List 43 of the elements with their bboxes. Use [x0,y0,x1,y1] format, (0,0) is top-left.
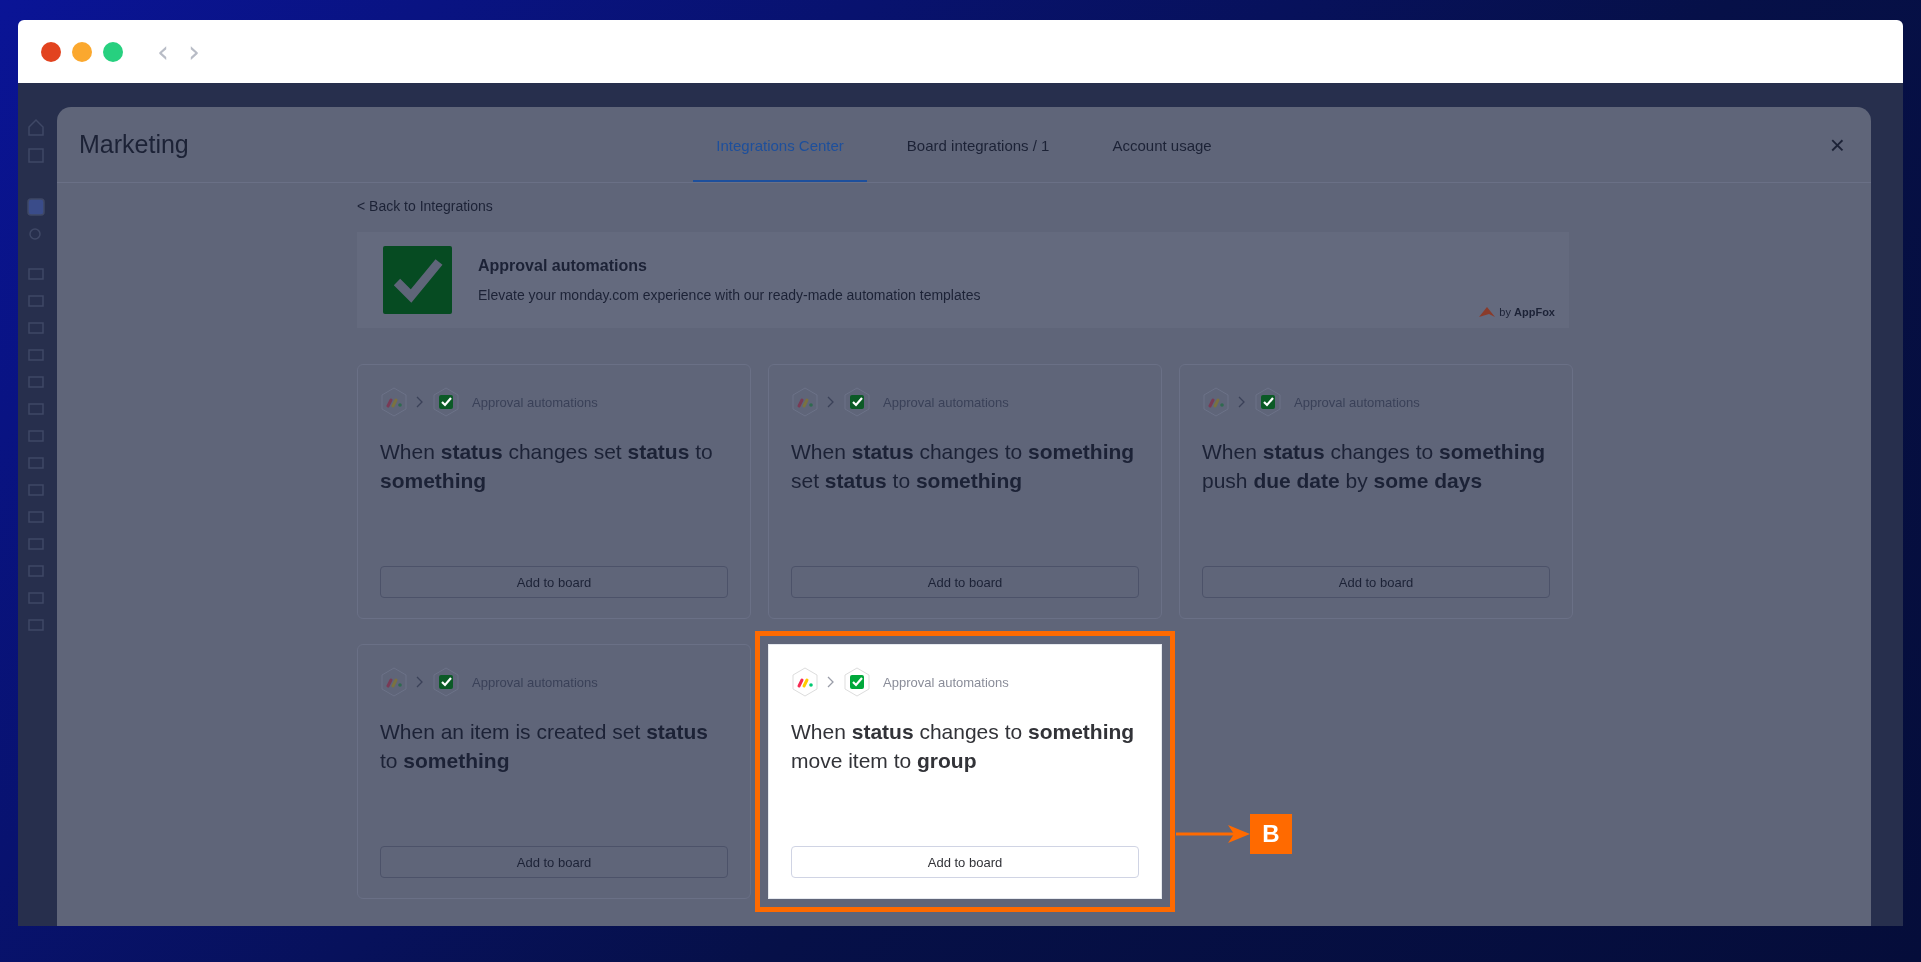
back-link[interactable]: < Back to Integrations [357,198,493,214]
tab[interactable]: Account usage [1089,107,1235,182]
add-to-board-button[interactable]: Add to board [791,566,1139,598]
arrow-icon [1176,823,1250,845]
logo-icon [791,667,819,697]
app-description: Elevate your monday.com experience with our ready-made automation templates [478,287,981,303]
logo-icon [380,667,408,697]
board-title: Marketing [78,130,190,159]
checkmark-icon [432,667,460,697]
chevron-icon [827,396,835,408]
maximize-window-icon[interactable] [103,41,123,62]
callout-badge: B [1250,814,1292,854]
add-to-board-button[interactable]: Add to board [380,846,728,878]
close-window-icon[interactable] [41,41,61,62]
checkmark-icon [383,246,452,314]
back-button[interactable]: ‹ [153,41,173,62]
forward-button[interactable]: › [184,41,204,62]
minimize-window-icon[interactable] [72,41,92,62]
automation-title: When status changes to something move item to group [791,719,1136,774]
checkmark-icon [1254,387,1282,417]
checkmark-icon [843,387,871,417]
chevron-icon [827,676,835,688]
checkmark-icon [432,387,460,417]
tab[interactable]: Board integrations / 1 [883,107,1073,182]
chevron-icon [416,676,424,688]
close-button[interactable]: × [1825,131,1849,158]
app-name: Approval automations [883,674,1009,690]
tab[interactable]: Integrations Center [693,107,867,182]
automation-title: When status changes to something set status to something [791,439,1136,494]
app-title: Approval automations [478,257,648,275]
vendor-label: by AppFox [1499,306,1555,318]
automation-title: When an item is created set status to something [380,719,709,774]
chevron-icon [416,396,424,408]
automation-title: When status changes set status to something [380,439,714,494]
automation-title: When status changes to something push due date by some days [1202,439,1547,494]
add-to-board-button[interactable]: Add to board [380,566,728,598]
logo-icon [1202,387,1230,417]
add-to-board-button[interactable]: Add to board [791,846,1139,878]
add-to-board-button[interactable]: Add to board [1202,566,1550,598]
logo-icon [791,387,819,417]
checkmark-icon [843,667,871,697]
chevron-icon [1238,396,1246,408]
logo-icon [380,387,408,417]
